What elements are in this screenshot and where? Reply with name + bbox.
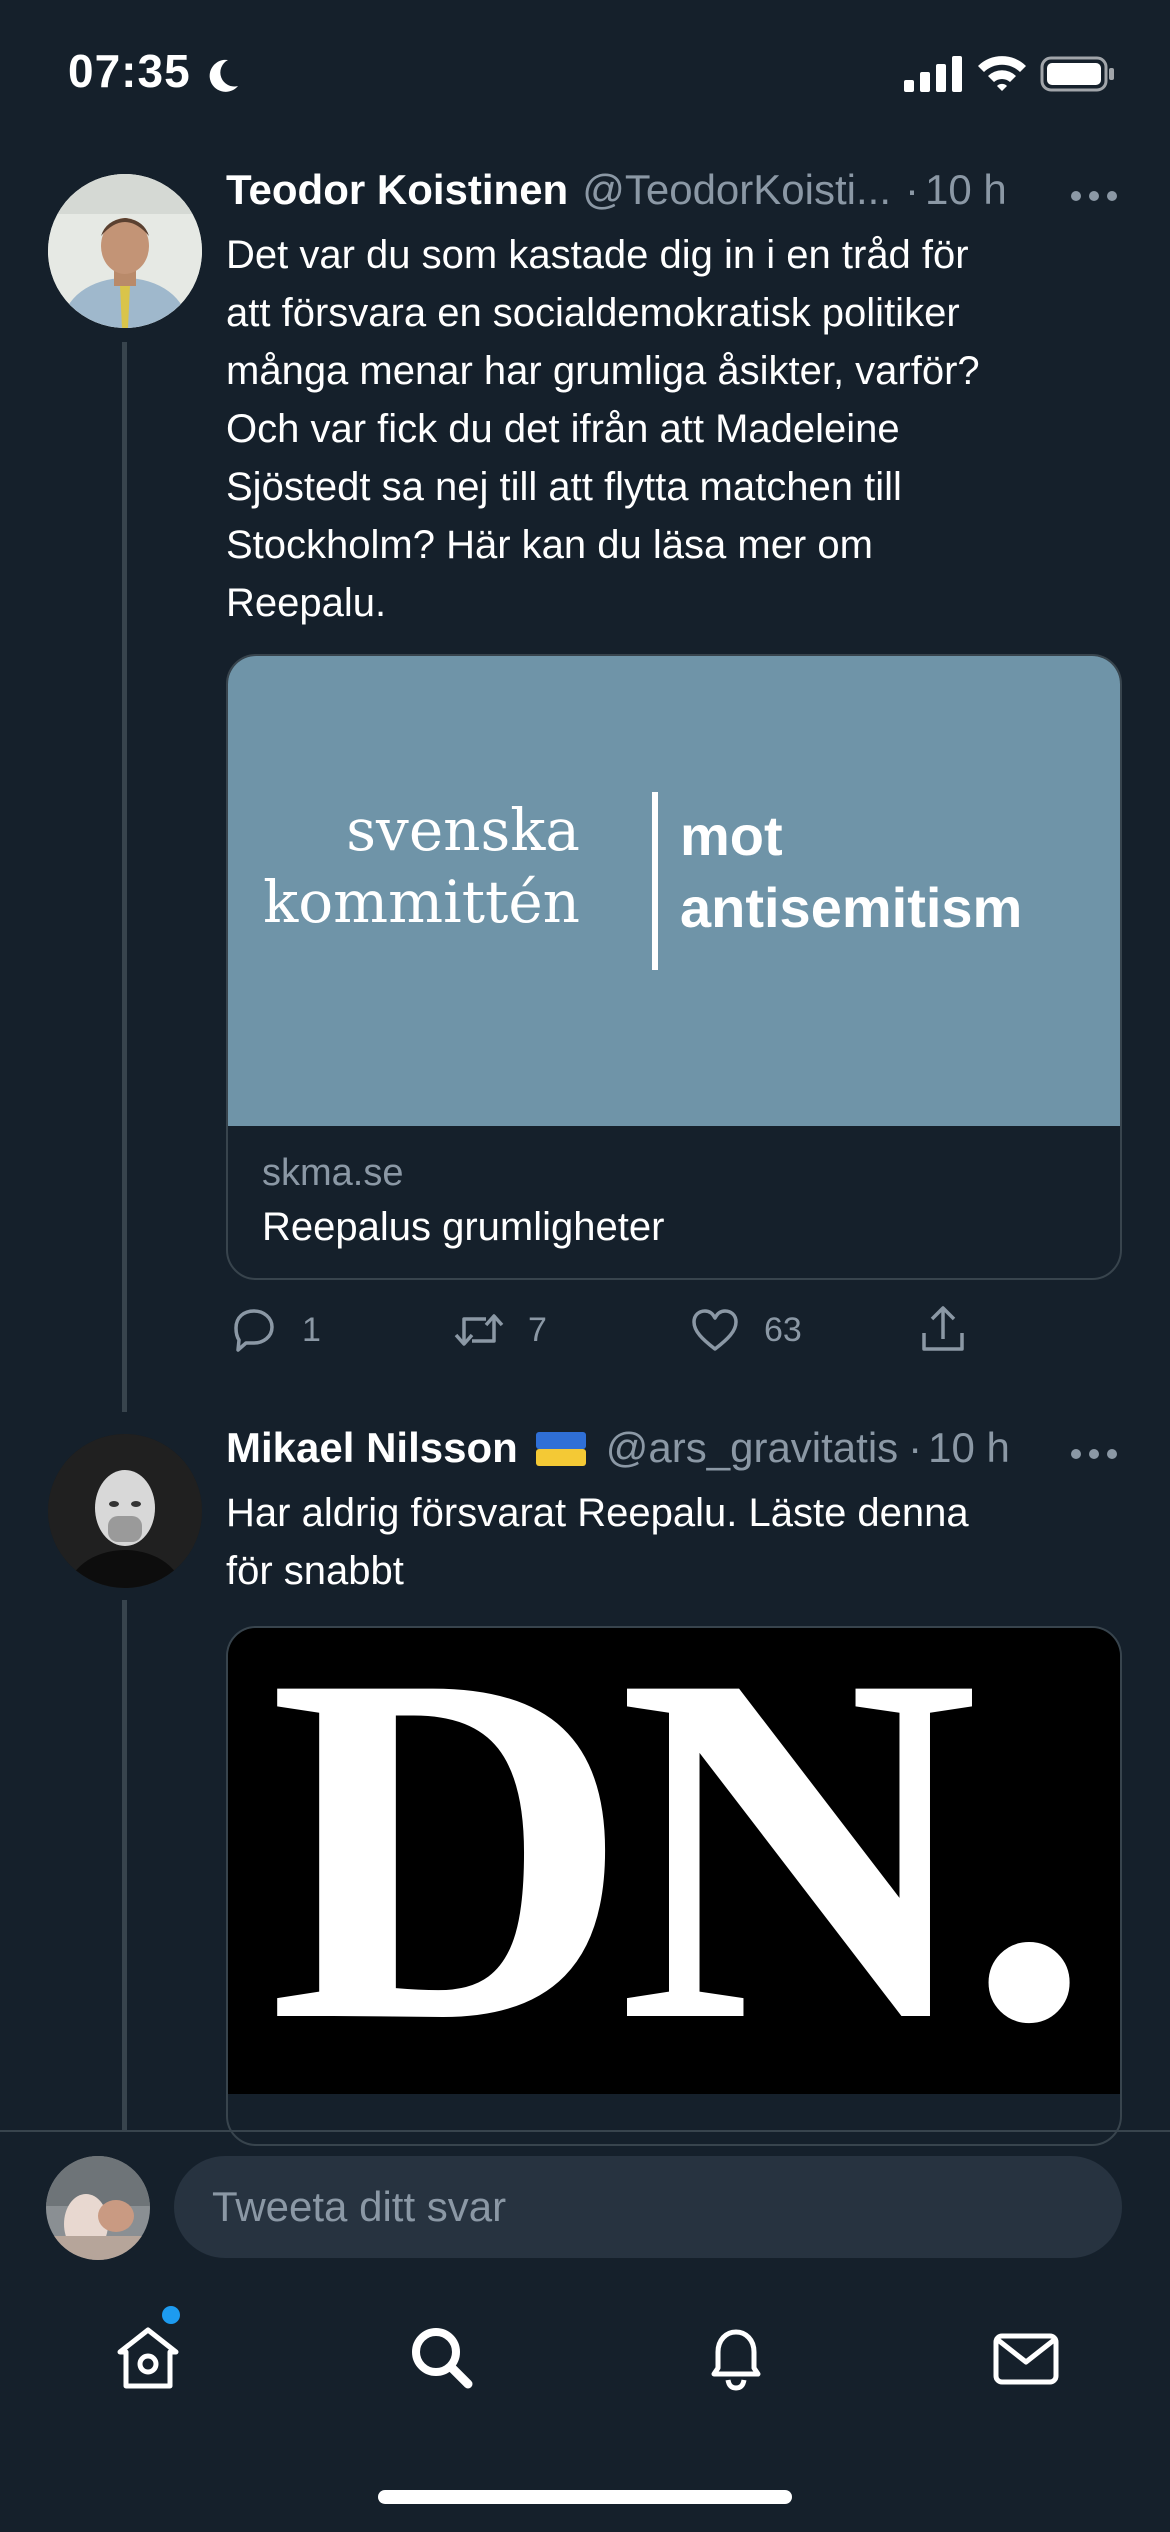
tweet-text-line: Det var du som kastade dig in i en tråd … — [226, 233, 969, 277]
tab-home[interactable] — [108, 2318, 188, 2398]
tweet-text-line: Sjöstedt sa nej till att flytta matchen … — [226, 465, 902, 509]
notification-dot — [162, 2306, 180, 2324]
author-handle[interactable]: @ars_gravitatis — [606, 1424, 898, 1472]
signal-icon — [904, 56, 962, 92]
card-logo-text: svenska — [346, 796, 580, 864]
card-image: DN. — [228, 1628, 1120, 2094]
tweet-text-line: Reepalu. — [226, 581, 387, 625]
home-indicator[interactable] — [378, 2490, 792, 2504]
like-button[interactable]: 63 — [688, 1296, 802, 1364]
link-card[interactable]: svenska kommittén mot antisemitism skma.… — [226, 654, 1122, 1280]
avatar[interactable] — [48, 174, 202, 328]
tweet-time: 10 h — [924, 166, 1007, 213]
card-image: svenska kommittén mot antisemitism — [228, 656, 1120, 1126]
moon-icon — [209, 59, 238, 92]
thread-line — [122, 1600, 127, 2130]
compose-divider — [0, 2130, 1170, 2132]
status-time: 07:35 — [68, 45, 191, 97]
tab-notifications[interactable] — [696, 2318, 776, 2398]
card-logo-left: svenska kommittén — [263, 794, 580, 938]
tweet-text: Det var du som kastade dig in i en tråd … — [226, 226, 1126, 632]
battery-icon — [1040, 56, 1114, 92]
like-count: 63 — [764, 1310, 802, 1349]
card-logo-text: kommittén — [263, 868, 580, 936]
home-icon — [117, 2327, 179, 2389]
reply-button[interactable]: 1 — [226, 1296, 321, 1364]
tweet-text-line: för snabbt — [226, 1549, 404, 1593]
tweet-actions: 1 7 63 — [226, 1296, 986, 1364]
tweet-text-line: många menar har grumliga åsikter, varför… — [226, 349, 980, 393]
retweet-icon — [454, 1314, 504, 1346]
author-handle[interactable]: @TeodorKoisti... — [582, 166, 891, 214]
status-bar: 07:35 — [0, 0, 1170, 140]
tab-messages[interactable] — [986, 2318, 1066, 2398]
card-logo-text: antisemitism — [680, 876, 1023, 939]
wifi-icon — [978, 56, 1026, 91]
thread-line — [122, 342, 127, 1412]
tab-search[interactable] — [402, 2318, 482, 2398]
ukraine-flag-icon — [535, 1428, 586, 1466]
tweet-thread-screen: 07:35 Teodor Koistinen @TeodorKoisti... … — [0, 0, 1170, 2532]
more-icon[interactable] — [1070, 1444, 1118, 1464]
bell-icon — [711, 2329, 761, 2391]
reply-count: 1 — [302, 1310, 321, 1349]
share-button[interactable] — [916, 1296, 970, 1364]
tweet-header: Teodor Koistinen @TeodorKoisti... · 10 h — [226, 166, 1007, 226]
card-logo-divider — [652, 792, 658, 970]
retweet-count: 7 — [528, 1310, 547, 1349]
avatar[interactable] — [48, 1434, 202, 1588]
tweet-text-line: Stockholm? Här kan du läsa mer om — [226, 523, 873, 567]
author-name[interactable]: Teodor Koistinen — [226, 166, 568, 214]
reply-input[interactable] — [174, 2156, 1122, 2258]
retweet-button[interactable]: 7 — [452, 1296, 547, 1364]
card-meta: skma.se Reepalus grumligheter — [228, 1126, 1120, 1256]
tweet-time: 10 h — [928, 1424, 1010, 1471]
card-title: Reepalus grumligheter — [262, 1205, 665, 1249]
tweet-text: Har aldrig försvarat Reepalu. Läste denn… — [226, 1484, 1126, 1600]
card-logo-text: mot — [680, 804, 783, 867]
separator: · — [904, 166, 919, 213]
separator: · — [908, 1424, 923, 1471]
link-card[interactable]: DN. — [226, 1626, 1122, 2146]
tweet-text-line: Och var fick du det ifrån att Madeleine — [226, 407, 900, 451]
heart-icon — [692, 1309, 738, 1351]
tweet-text-line: att försvara en socialdemokratisk politi… — [226, 291, 960, 335]
tweet-header: Mikael Nilsson @ars_gravitatis · 10 h — [226, 1424, 1010, 1484]
card-logo: DN. — [268, 1628, 1091, 2094]
share-icon — [922, 1306, 964, 1351]
more-icon[interactable] — [1070, 186, 1118, 206]
author-name[interactable]: Mikael Nilsson — [226, 1424, 518, 1472]
reply-icon — [234, 1309, 274, 1352]
tweet-text-line: Har aldrig försvarat Reepalu. Läste denn… — [226, 1491, 969, 1535]
search-icon — [412, 2328, 473, 2389]
card-domain: skma.se — [262, 1152, 404, 1194]
mail-icon — [993, 2333, 1059, 2385]
card-logo-right: mot antisemitism — [680, 800, 1022, 944]
my-avatar[interactable] — [46, 2156, 150, 2260]
